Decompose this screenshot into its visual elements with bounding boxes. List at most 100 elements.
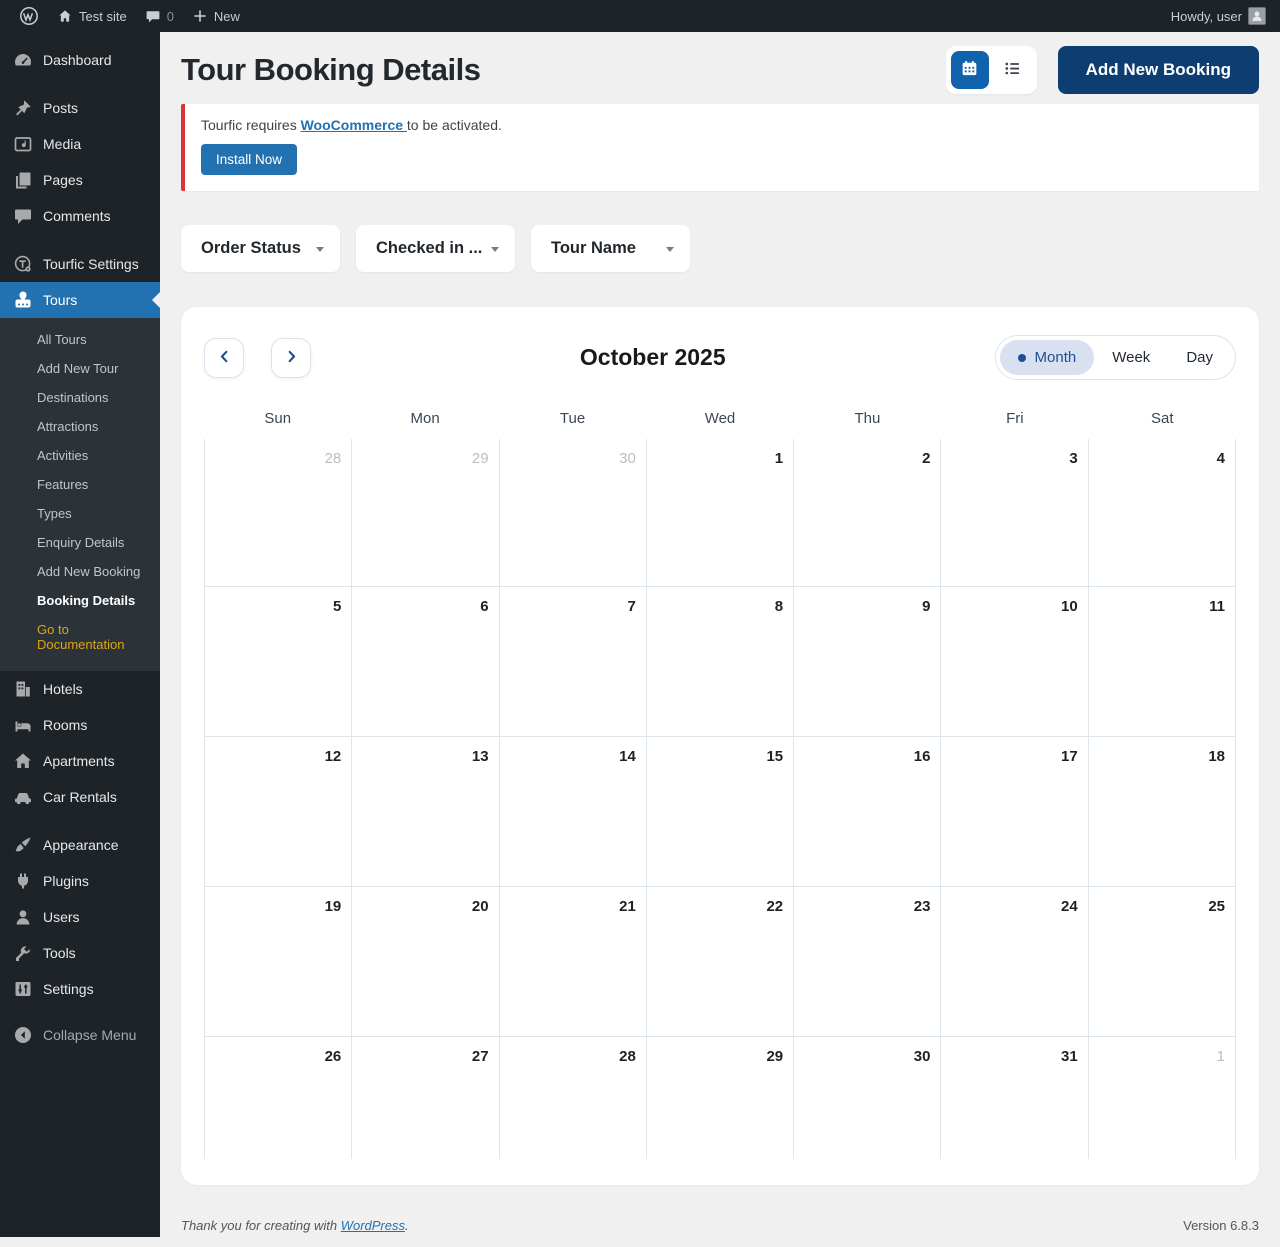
calendar-day-cell[interactable]: 28	[500, 1037, 647, 1159]
my-account-menu[interactable]: Howdy, user	[1162, 0, 1266, 32]
calendar-day-cell[interactable]: 31	[941, 1037, 1088, 1159]
submenu-item-all-tours[interactable]: All Tours	[0, 325, 160, 354]
calendar-day-cell[interactable]: 4	[1089, 439, 1236, 587]
pushpin-icon	[13, 98, 33, 118]
calendar-day-cell[interactable]: 14	[500, 737, 647, 887]
sidebar-item-apartments[interactable]: Apartments	[0, 743, 160, 779]
sidebar-item-appearance[interactable]: Appearance	[0, 827, 160, 863]
calendar-day-cell[interactable]: 19	[205, 887, 352, 1037]
plus-icon	[192, 8, 208, 24]
calendar-day-cell[interactable]: 26	[205, 1037, 352, 1159]
calendar-view-switcher: MonthWeekDay	[995, 335, 1236, 380]
sidebar-item-label: Dashboard	[43, 52, 112, 68]
submenu-item-add-new-booking[interactable]: Add New Booking	[0, 557, 160, 586]
sidebar-item-collapse-menu[interactable]: Collapse Menu	[0, 1017, 160, 1053]
collapse-icon	[13, 1025, 33, 1045]
view-week-button[interactable]: Week	[1094, 340, 1168, 375]
sidebar-item-pages[interactable]: Pages	[0, 162, 160, 198]
caret-down-icon	[491, 247, 499, 252]
sidebar-item-dashboard[interactable]: Dashboard	[0, 42, 160, 78]
day-number: 10	[1061, 598, 1078, 615]
calendar-day-cell[interactable]: 25	[1089, 887, 1236, 1037]
calendar-day-cell[interactable]: 24	[941, 887, 1088, 1037]
woocommerce-link[interactable]: WooCommerce	[301, 117, 407, 133]
calendar-day-cell[interactable]: 15	[647, 737, 794, 887]
submenu-item-attractions[interactable]: Attractions	[0, 412, 160, 441]
wordpress-logo-menu[interactable]	[10, 0, 48, 32]
sidebar-item-tours[interactable]: Tours	[0, 282, 160, 318]
sidebar-item-comments[interactable]: Comments	[0, 198, 160, 234]
new-content-menu[interactable]: New	[183, 0, 249, 32]
weekday-label-sun: Sun	[204, 410, 351, 427]
calendar-day-cell[interactable]: 1	[1089, 1037, 1236, 1159]
submenu-item-destinations[interactable]: Destinations	[0, 383, 160, 412]
submenu-item-types[interactable]: Types	[0, 499, 160, 528]
calendar-day-cell[interactable]: 20	[352, 887, 499, 1037]
calendar-day-cell[interactable]: 1	[647, 439, 794, 587]
calendar-day-cell[interactable]: 29	[352, 439, 499, 587]
calendar-day-cell[interactable]: 21	[500, 887, 647, 1037]
sidebar-item-settings[interactable]: Settings	[0, 971, 160, 1007]
sidebar-item-tourfic-settings[interactable]: Tourfic Settings	[0, 246, 160, 282]
sidebar-item-car-rentals[interactable]: Car Rentals	[0, 779, 160, 815]
sidebar-item-plugins[interactable]: Plugins	[0, 863, 160, 899]
calendar-day-cell[interactable]: 30	[500, 439, 647, 587]
day-number: 25	[1208, 898, 1225, 915]
next-month-button[interactable]	[271, 338, 311, 378]
submenu-item-enquiry-details[interactable]: Enquiry Details	[0, 528, 160, 557]
sidebar-item-rooms[interactable]: Rooms	[0, 707, 160, 743]
calendar-day-cell[interactable]: 9	[794, 587, 941, 737]
sidebar-item-media[interactable]: Media	[0, 126, 160, 162]
calendar-day-cell[interactable]: 10	[941, 587, 1088, 737]
submenu-item-features[interactable]: Features	[0, 470, 160, 499]
calendar-day-cell[interactable]: 17	[941, 737, 1088, 887]
calendar-day-cell[interactable]: 27	[352, 1037, 499, 1159]
submenu-item-activities[interactable]: Activities	[0, 441, 160, 470]
calendar-day-cell[interactable]: 6	[352, 587, 499, 737]
calendar-day-cell[interactable]: 29	[647, 1037, 794, 1159]
list-view-button[interactable]	[994, 51, 1032, 89]
filter-checked-in-[interactable]: Checked in ...	[356, 225, 515, 272]
calendar-day-cell[interactable]: 22	[647, 887, 794, 1037]
previous-month-button[interactable]	[204, 338, 244, 378]
add-new-booking-button[interactable]: Add New Booking	[1058, 46, 1259, 94]
day-number: 30	[914, 1048, 931, 1065]
calendar-day-cell[interactable]: 23	[794, 887, 941, 1037]
calendar-day-cell[interactable]: 8	[647, 587, 794, 737]
day-number: 3	[1069, 450, 1077, 467]
calendar-day-cell[interactable]: 12	[205, 737, 352, 887]
calendar-day-cell[interactable]: 18	[1089, 737, 1236, 887]
calendar-day-cell[interactable]: 2	[794, 439, 941, 587]
avatar	[1248, 7, 1266, 25]
calendar-day-cell[interactable]: 16	[794, 737, 941, 887]
calendar-day-cell[interactable]: 5	[205, 587, 352, 737]
sidebar-item-label: Tours	[43, 292, 77, 308]
day-number: 1	[1217, 1048, 1225, 1065]
site-name-menu[interactable]: Test site	[48, 0, 136, 32]
tourfic-icon	[13, 254, 33, 274]
weekday-label-wed: Wed	[646, 410, 793, 427]
view-month-button[interactable]: Month	[1000, 340, 1095, 375]
calendar-day-cell[interactable]: 11	[1089, 587, 1236, 737]
sidebar-item-tools[interactable]: Tools	[0, 935, 160, 971]
sidebar-item-label: Plugins	[43, 873, 89, 889]
calendar-day-cell[interactable]: 7	[500, 587, 647, 737]
calendar-day-cell[interactable]: 28	[205, 439, 352, 587]
calendar-day-cell[interactable]: 13	[352, 737, 499, 887]
sidebar-item-posts[interactable]: Posts	[0, 90, 160, 126]
submenu-item-add-new-tour[interactable]: Add New Tour	[0, 354, 160, 383]
comments-menu[interactable]: 0	[136, 0, 183, 32]
calendar-day-cell[interactable]: 30	[794, 1037, 941, 1159]
wordpress-link[interactable]: WordPress	[341, 1218, 405, 1233]
calendar-day-cell[interactable]: 3	[941, 439, 1088, 587]
submenu-item-booking-details[interactable]: Booking Details	[0, 586, 160, 615]
filter-tour-name[interactable]: Tour Name	[531, 225, 690, 272]
submenu-item-go-to-documentation[interactable]: Go to Documentation	[0, 615, 160, 659]
view-day-button[interactable]: Day	[1168, 340, 1231, 375]
user-silhouette-icon	[1250, 9, 1264, 23]
filter-order-status[interactable]: Order Status	[181, 225, 340, 272]
install-now-button[interactable]: Install Now	[201, 144, 297, 175]
calendar-view-button[interactable]	[951, 51, 989, 89]
sidebar-item-hotels[interactable]: Hotels	[0, 671, 160, 707]
sidebar-item-users[interactable]: Users	[0, 899, 160, 935]
